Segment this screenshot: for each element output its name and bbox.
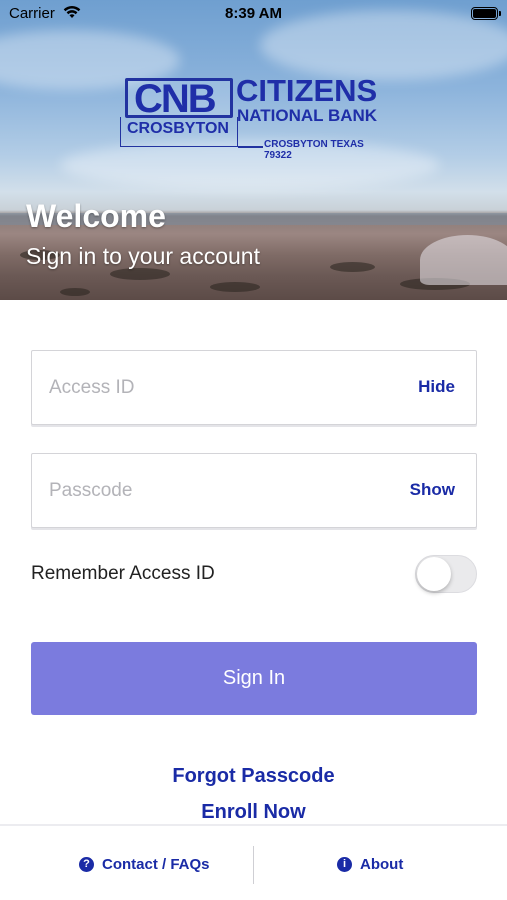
- contact-faqs-button[interactable]: ? Contact / FAQs: [79, 856, 210, 873]
- about-label: About: [360, 856, 404, 873]
- toggle-knob: [417, 557, 451, 591]
- passcode-input[interactable]: [32, 454, 392, 527]
- logo-name-line2: NATIONAL BANK: [237, 106, 378, 125]
- clock: 8:39 AM: [225, 5, 282, 22]
- battery-icon: [471, 7, 498, 20]
- terrain: [210, 282, 260, 292]
- about-button[interactable]: i About: [337, 856, 403, 873]
- remember-access-id-toggle[interactable]: [415, 555, 477, 593]
- terrain: [60, 288, 90, 296]
- contact-faqs-label: Contact / FAQs: [102, 856, 210, 873]
- terrain: [330, 262, 375, 272]
- show-passcode-button[interactable]: Show: [410, 480, 455, 500]
- bank-logo: CNB CROSBYTON CITIZENS NATIONAL BANK CRO…: [118, 73, 393, 161]
- terrain-highlight: [420, 235, 507, 285]
- access-id-field: Hide: [31, 350, 477, 425]
- logo-city: CROSBYTON: [127, 120, 229, 137]
- hero-banner: Carrier 8:39 AM CNB CROSBYTON CITIZENS N…: [0, 0, 507, 300]
- logo-address: CROSBYTON TEXAS 79322: [264, 139, 364, 161]
- status-bar: Carrier 8:39 AM: [0, 0, 507, 28]
- welcome-title: Welcome: [26, 198, 166, 234]
- logo-mark-text: CNB: [134, 77, 217, 121]
- logo-mark: CNB: [125, 77, 233, 121]
- bottom-bar-divider: [253, 846, 254, 884]
- welcome-subtitle: Sign in to your account: [26, 243, 260, 269]
- info-icon: i: [337, 857, 352, 872]
- battery-cap: [499, 11, 501, 16]
- enroll-now-link[interactable]: Enroll Now: [0, 801, 507, 824]
- hide-access-id-button[interactable]: Hide: [418, 377, 455, 397]
- remember-access-id-label: Remember Access ID: [31, 563, 215, 584]
- logo-name-line1: CITIZENS: [236, 73, 378, 108]
- help-icon: ?: [79, 857, 94, 872]
- logo-rule: [238, 146, 263, 148]
- passcode-field: Show: [31, 453, 477, 528]
- access-id-input[interactable]: [32, 351, 392, 424]
- forgot-passcode-link[interactable]: Forgot Passcode: [0, 765, 507, 788]
- bottom-bar: ? Contact / FAQs i About: [0, 824, 507, 900]
- sign-in-button[interactable]: Sign In: [31, 642, 477, 715]
